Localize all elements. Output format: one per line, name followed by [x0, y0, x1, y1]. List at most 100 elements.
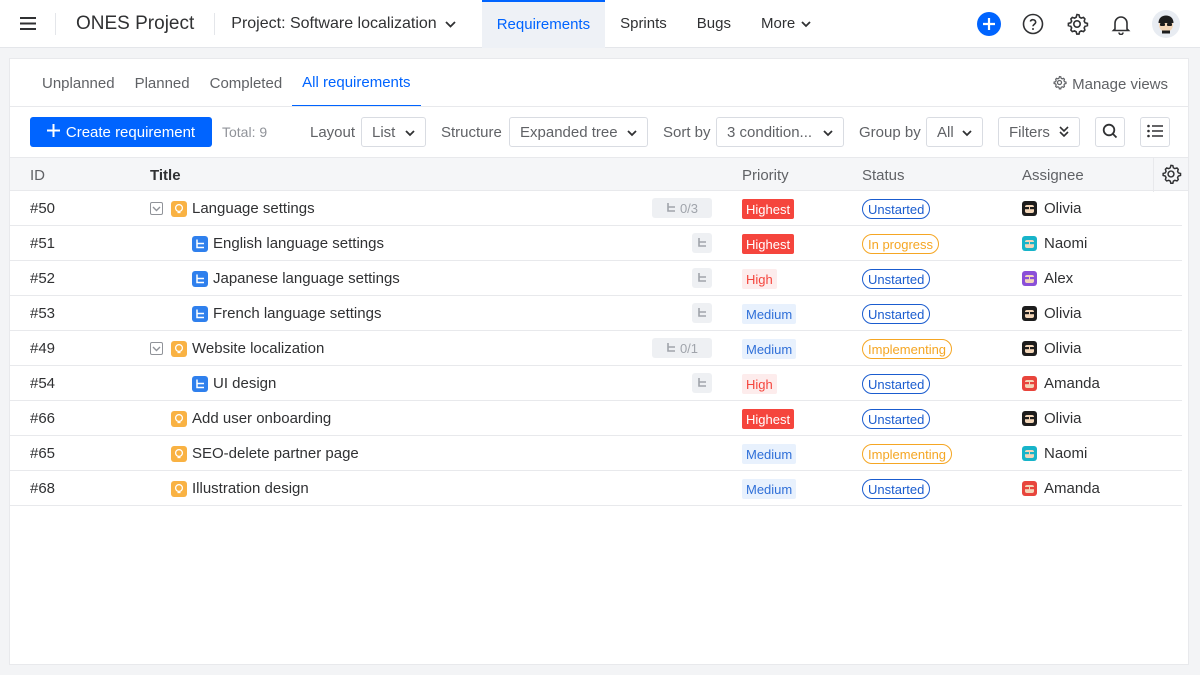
- status-badge[interactable]: Implementing: [862, 444, 953, 464]
- col-status[interactable]: Status: [862, 167, 905, 184]
- table-row[interactable]: #66 Add user onboarding Highest Unstarte…: [10, 401, 1182, 436]
- assignee-name: Amanda: [1044, 375, 1100, 392]
- divider: [10, 106, 1188, 107]
- tab-all-requirements[interactable]: All requirements: [292, 59, 421, 107]
- priority-badge[interactable]: Medium: [742, 339, 797, 359]
- column-settings-button[interactable]: [1153, 158, 1188, 192]
- list-options-button[interactable]: [1140, 117, 1170, 147]
- chevron-down-icon: [445, 15, 456, 33]
- tab-completed[interactable]: Completed: [200, 59, 293, 107]
- table-row[interactable]: #53 French language settings Medium Unst…: [10, 296, 1182, 331]
- priority-badge[interactable]: Highest: [742, 199, 795, 219]
- layout-select[interactable]: List: [361, 117, 426, 147]
- menu-icon[interactable]: [0, 12, 56, 35]
- assignee-cell[interactable]: Alex: [1022, 261, 1073, 296]
- chevron-down-icon: [962, 124, 972, 141]
- row-title[interactable]: French language settings: [213, 305, 381, 322]
- table-row[interactable]: #51 English language settings Highest In…: [10, 226, 1182, 261]
- add-subtask-button[interactable]: [692, 268, 712, 288]
- nav-sprints[interactable]: Sprints: [605, 0, 682, 48]
- assignee-cell[interactable]: Amanda: [1022, 366, 1100, 401]
- tab-unplanned[interactable]: Unplanned: [32, 59, 125, 107]
- nav-more[interactable]: More: [746, 0, 826, 48]
- priority-badge[interactable]: High: [742, 374, 777, 394]
- priority-badge[interactable]: Highest: [742, 234, 795, 254]
- table-row[interactable]: #50 Language settings 0/3 Highest Unstar…: [10, 191, 1182, 226]
- avatar: [1022, 306, 1037, 321]
- row-id: #53: [30, 305, 56, 322]
- user-avatar[interactable]: [1152, 10, 1180, 38]
- subtask-count[interactable]: 0/1: [652, 338, 712, 358]
- requirement-icon: [171, 410, 187, 427]
- col-assignee[interactable]: Assignee: [1022, 167, 1084, 184]
- status-badge[interactable]: Unstarted: [862, 409, 931, 429]
- assignee-cell[interactable]: Olivia: [1022, 191, 1082, 226]
- table-row[interactable]: #65 SEO-delete partner page Medium Imple…: [10, 436, 1182, 471]
- col-priority[interactable]: Priority: [742, 167, 789, 184]
- status-badge[interactable]: In progress: [862, 234, 940, 254]
- assignee-cell[interactable]: Naomi: [1022, 226, 1087, 261]
- add-subtask-button[interactable]: [692, 303, 712, 323]
- filters-button[interactable]: Filters: [998, 117, 1080, 147]
- avatar: [1022, 376, 1037, 391]
- assignee-cell[interactable]: Olivia: [1022, 331, 1082, 366]
- priority-badge[interactable]: Medium: [742, 479, 797, 499]
- priority-badge[interactable]: Medium: [742, 444, 797, 464]
- settings-icon[interactable]: [1064, 11, 1090, 37]
- status-badge[interactable]: Unstarted: [862, 374, 931, 394]
- status-badge[interactable]: Unstarted: [862, 479, 931, 499]
- assignee-cell[interactable]: Naomi: [1022, 436, 1087, 471]
- status-badge[interactable]: Unstarted: [862, 304, 931, 324]
- sort-select[interactable]: 3 condition...: [716, 117, 844, 147]
- col-id[interactable]: ID: [30, 167, 45, 184]
- table-row[interactable]: #49 Website localization 0/1 Medium Impl…: [10, 331, 1182, 366]
- row-title[interactable]: SEO-delete partner page: [192, 445, 359, 462]
- structure-label: Structure: [441, 124, 502, 141]
- collapse-toggle[interactable]: [150, 342, 163, 355]
- collapse-toggle[interactable]: [150, 202, 163, 215]
- add-subtask-button[interactable]: [692, 373, 712, 393]
- assignee-cell[interactable]: Olivia: [1022, 296, 1082, 331]
- status-badge[interactable]: Unstarted: [862, 269, 931, 289]
- priority-badge[interactable]: Medium: [742, 304, 797, 324]
- col-title[interactable]: Title: [150, 167, 181, 184]
- table-row[interactable]: #52 Japanese language settings High Unst…: [10, 261, 1182, 296]
- chevron-down-icon: [405, 124, 415, 141]
- notification-icon[interactable]: [1108, 11, 1134, 37]
- status-badge[interactable]: Implementing: [862, 339, 953, 359]
- project-label: Project: Software localization: [231, 14, 437, 32]
- row-title[interactable]: Website localization: [192, 340, 324, 357]
- help-icon[interactable]: [1020, 11, 1046, 37]
- project-selector[interactable]: Project: Software localization: [215, 15, 469, 33]
- structure-select[interactable]: Expanded tree: [509, 117, 648, 147]
- manage-views-label: Manage views: [1072, 76, 1168, 93]
- row-title[interactable]: English language settings: [213, 235, 384, 252]
- group-select[interactable]: All: [926, 117, 983, 147]
- layout-value: List: [372, 123, 396, 141]
- create-requirement-button[interactable]: Create requirement: [30, 117, 212, 147]
- priority-badge[interactable]: Highest: [742, 409, 795, 429]
- row-title[interactable]: Japanese language settings: [213, 270, 400, 287]
- search-button[interactable]: [1095, 117, 1125, 147]
- assignee-cell[interactable]: Amanda: [1022, 471, 1100, 506]
- table-row[interactable]: #68 Illustration design Medium Unstarted…: [10, 471, 1182, 506]
- row-id: #50: [30, 200, 56, 217]
- nav-bugs[interactable]: Bugs: [682, 0, 746, 48]
- requirement-icon: [171, 340, 187, 357]
- row-title[interactable]: Illustration design: [192, 480, 309, 497]
- row-title[interactable]: Add user onboarding: [192, 410, 331, 427]
- add-subtask-button[interactable]: [692, 233, 712, 253]
- table-row[interactable]: #54 UI design High Unstarted Amanda: [10, 366, 1182, 401]
- priority-badge[interactable]: High: [742, 269, 777, 289]
- row-title[interactable]: UI design: [213, 375, 276, 392]
- row-title[interactable]: Language settings: [192, 200, 315, 217]
- nav-requirements[interactable]: Requirements: [481, 0, 606, 48]
- tab-planned[interactable]: Planned: [125, 59, 200, 107]
- structure-value: Expanded tree: [520, 123, 618, 141]
- subtask-count[interactable]: 0/3: [652, 198, 712, 218]
- assignee-cell[interactable]: Olivia: [1022, 401, 1082, 436]
- add-icon[interactable]: [976, 11, 1002, 37]
- manage-views-button[interactable]: Manage views: [1052, 75, 1168, 94]
- top-icons: [976, 0, 1180, 48]
- status-badge[interactable]: Unstarted: [862, 199, 931, 219]
